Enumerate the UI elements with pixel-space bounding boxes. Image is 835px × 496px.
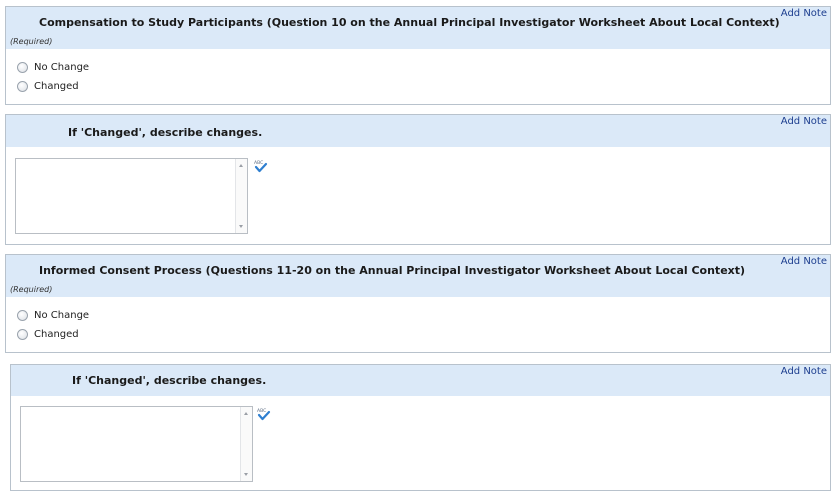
question-header: Add Note Informed Consent Process (Quest…: [6, 255, 830, 297]
scroll-down-icon[interactable]: [239, 225, 243, 228]
question-title: If 'Changed', describe changes.: [72, 374, 267, 387]
describe-changes-textarea[interactable]: [20, 406, 253, 482]
radio-icon[interactable]: [17, 62, 28, 73]
required-label: (Required): [10, 37, 53, 46]
add-note-link[interactable]: Add Note: [781, 256, 827, 267]
add-note-link[interactable]: Add Note: [781, 8, 827, 19]
radio-option-changed[interactable]: Changed: [17, 329, 79, 340]
svg-text:ABC: ABC: [257, 408, 266, 414]
question-panel-describe-changes: Add Note If 'Changed', describe changes.…: [5, 114, 831, 245]
textarea-scrollbar[interactable]: [235, 159, 247, 233]
question-header: Add Note If 'Changed', describe changes.: [6, 115, 830, 147]
question-header: Add Note If 'Changed', describe changes.: [11, 365, 830, 396]
radio-option-changed[interactable]: Changed: [17, 81, 79, 92]
question-header: Add Note Compensation to Study Participa…: [6, 7, 830, 49]
question-title: Compensation to Study Participants (Ques…: [39, 16, 780, 29]
add-note-link[interactable]: Add Note: [781, 116, 827, 127]
add-note-link[interactable]: Add Note: [781, 366, 827, 377]
radio-option-no-change[interactable]: No Change: [17, 62, 89, 73]
question-title: Informed Consent Process (Questions 11-2…: [39, 264, 746, 277]
question-panel-informed-consent: Add Note Informed Consent Process (Quest…: [5, 254, 831, 353]
radio-label: Changed: [34, 81, 79, 92]
question-panel-describe-changes: Add Note If 'Changed', describe changes.…: [10, 364, 831, 491]
radio-label: No Change: [34, 62, 90, 73]
radio-option-no-change[interactable]: No Change: [17, 310, 89, 321]
radio-icon[interactable]: [17, 81, 28, 92]
scroll-up-icon[interactable]: [244, 412, 248, 415]
question-panel-compensation: Add Note Compensation to Study Participa…: [5, 6, 831, 105]
textarea-scrollbar[interactable]: [240, 407, 252, 481]
required-label: (Required): [10, 285, 53, 294]
spellcheck-icon[interactable]: ABC: [257, 407, 271, 421]
radio-label: No Change: [34, 310, 90, 321]
scroll-down-icon[interactable]: [244, 473, 248, 476]
spellcheck-icon[interactable]: ABC: [254, 159, 268, 173]
radio-label: Changed: [34, 329, 79, 340]
describe-changes-textarea[interactable]: [15, 158, 248, 234]
radio-icon[interactable]: [17, 310, 28, 321]
svg-text:ABC: ABC: [254, 160, 263, 166]
radio-icon[interactable]: [17, 329, 28, 340]
question-title: If 'Changed', describe changes.: [68, 126, 263, 139]
scroll-up-icon[interactable]: [239, 164, 243, 167]
